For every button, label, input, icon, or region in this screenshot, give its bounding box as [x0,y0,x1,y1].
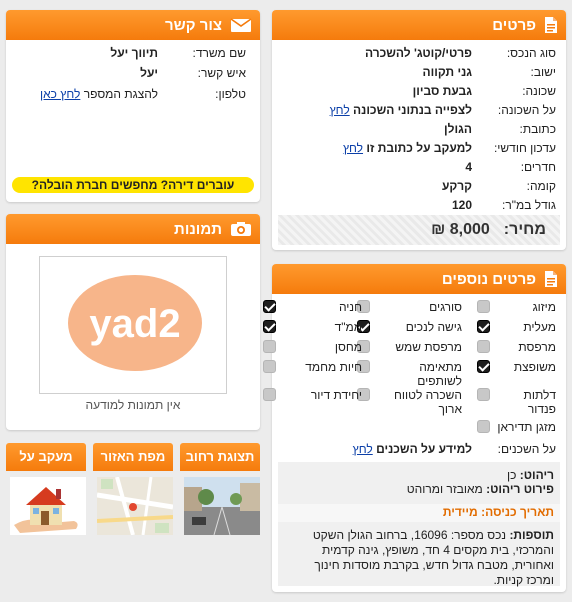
feature-checkbox[interactable] [477,360,490,373]
contact-panel: צור קשר שם משרד: תיווך יעל איש קשר: יעל … [6,10,260,202]
extras-header: פרטים נוספים [272,264,566,294]
neighborhood-data-link[interactable]: לחץ [330,103,350,117]
house-hand-image[interactable] [10,477,86,535]
moving-banner[interactable]: עוברים דירה? מחפשים חברת הובלה? [12,177,254,193]
document-icon [544,16,558,34]
no-photos-text: אין תמונות למודעה [85,398,181,412]
feature-label: יחידת דיור [310,388,362,402]
feature-checkbox[interactable] [477,420,490,433]
detail-row-property-type: סוג הנכס: פרטי/קוטג' להשכרה [364,46,556,60]
feature-label: מיזוג [532,300,556,314]
tab-area-map[interactable]: מפת האזור [93,443,173,471]
extras-panel: פרטים נוספים מיזוג סורגים חניה מעלית גישה לנ… [263,264,566,592]
details-panel: פרטים סוג הנכס: פרטי/קוטג' להשכרה ישוב: … [272,10,566,250]
contact-person-row: איש קשר: יעל [140,66,246,80]
feature-checkbox[interactable] [263,340,276,353]
photos-panel: תמונות yad2 אין תמונות למודעה [6,214,260,430]
show-phone-link[interactable]: לחץ כאן [40,87,80,101]
photos-header: תמונות [6,214,260,244]
feature-label: מחסן [334,340,362,354]
price-label: מחיר: [503,221,546,238]
feature-label: מזגן תדיראן [497,420,556,434]
feature-label: גישה לנכים [405,320,462,334]
tab-property-tracking[interactable]: מעקב על הנכס [6,443,86,471]
details-header: פרטים [272,10,566,40]
area-map-image[interactable] [96,476,174,536]
detail-row-about-neighborhood: על השכונה: לצפייה בנתוני השכונה לחץ [329,103,556,117]
photo-placeholder: yad2 [39,256,227,394]
feature-label: מעלית [523,320,556,334]
detail-row-city: ישוב: גני תקווה [422,65,556,79]
detail-row-floor: קומה: קרקע [441,179,556,193]
feature-label: ממ"ד [334,320,362,334]
feature-label: מרפסת [518,340,556,354]
detail-row-monthly-update: עדכון חודשי: למעקב על כתובת זו לחץ [342,141,556,155]
feature-checkbox[interactable] [263,360,276,373]
document-icon [544,270,558,288]
contact-phone-row: טלפון: להצגת המספר לחץ כאן [40,87,246,101]
photos-title: תמונות [174,220,222,238]
price-value: 8,000 ₪ [431,221,490,238]
feature-checkbox[interactable] [477,320,490,333]
contact-title: צור קשר [165,16,222,34]
feature-label: חניה [338,300,362,314]
entry-date: תאריך כניסה: מיידית [442,505,554,519]
feature-label: מתאימה לשותפים [417,360,462,388]
neighbors-link[interactable]: לחץ [353,442,373,456]
feature-label: משופצת [513,360,556,374]
feature-label: דלתות פנדור [523,388,556,416]
street-view-image[interactable] [184,477,260,536]
detail-row-size: גודל במ"ר: 120 [451,198,556,212]
feature-checkbox[interactable] [263,320,276,333]
detail-row-rooms: חדרים: 4 [465,160,556,174]
feature-label: חיות מחמד [305,360,362,374]
feature-label: סורגים [429,300,462,314]
feature-checkbox[interactable] [263,300,276,313]
feature-checkbox[interactable] [477,300,490,313]
entry-date-box: תאריך כניסה: מיידית [278,504,560,522]
feature-checkbox[interactable] [263,388,276,401]
detail-row-neighborhood: שכונה: גבעת סביון [412,84,556,98]
contact-office-row: שם משרד: תיווך יעל [110,46,246,60]
thumbnails-panel: מעקב על הנכס מפת האזור תצוגת רחוב [6,443,260,541]
neighbors-row: על השכנים: למידע על השכנים לחץ [352,442,556,456]
camera-icon [230,221,252,237]
contact-header: צור קשר [6,10,260,40]
envelope-icon [230,17,252,33]
feature-label: מרפסת שמש [395,340,462,354]
furniture-box: ריהוט: כן פירוט ריהוט: מאובזר ומרוהט [278,462,560,504]
feature-checkbox[interactable] [477,388,490,401]
yad2-logo: yad2 [68,275,202,371]
detail-row-address: כתובת: הגולן [444,122,556,136]
price-bar: מחיר: 8,000 ₪ [278,215,560,245]
feature-checkbox[interactable] [477,340,490,353]
additions-box: תוספות: נכס מספר: 16096, ברחוב הגולן השק… [278,522,560,587]
address-tracking-link[interactable]: לחץ [343,141,363,155]
details-title: פרטים [492,16,536,34]
feature-label: השכרה לטווח ארוך [394,388,462,416]
extras-title: פרטים נוספים [441,270,536,288]
svg-text:yad2: yad2 [89,302,180,346]
tab-street-view[interactable]: תצוגת רחוב [180,443,260,471]
